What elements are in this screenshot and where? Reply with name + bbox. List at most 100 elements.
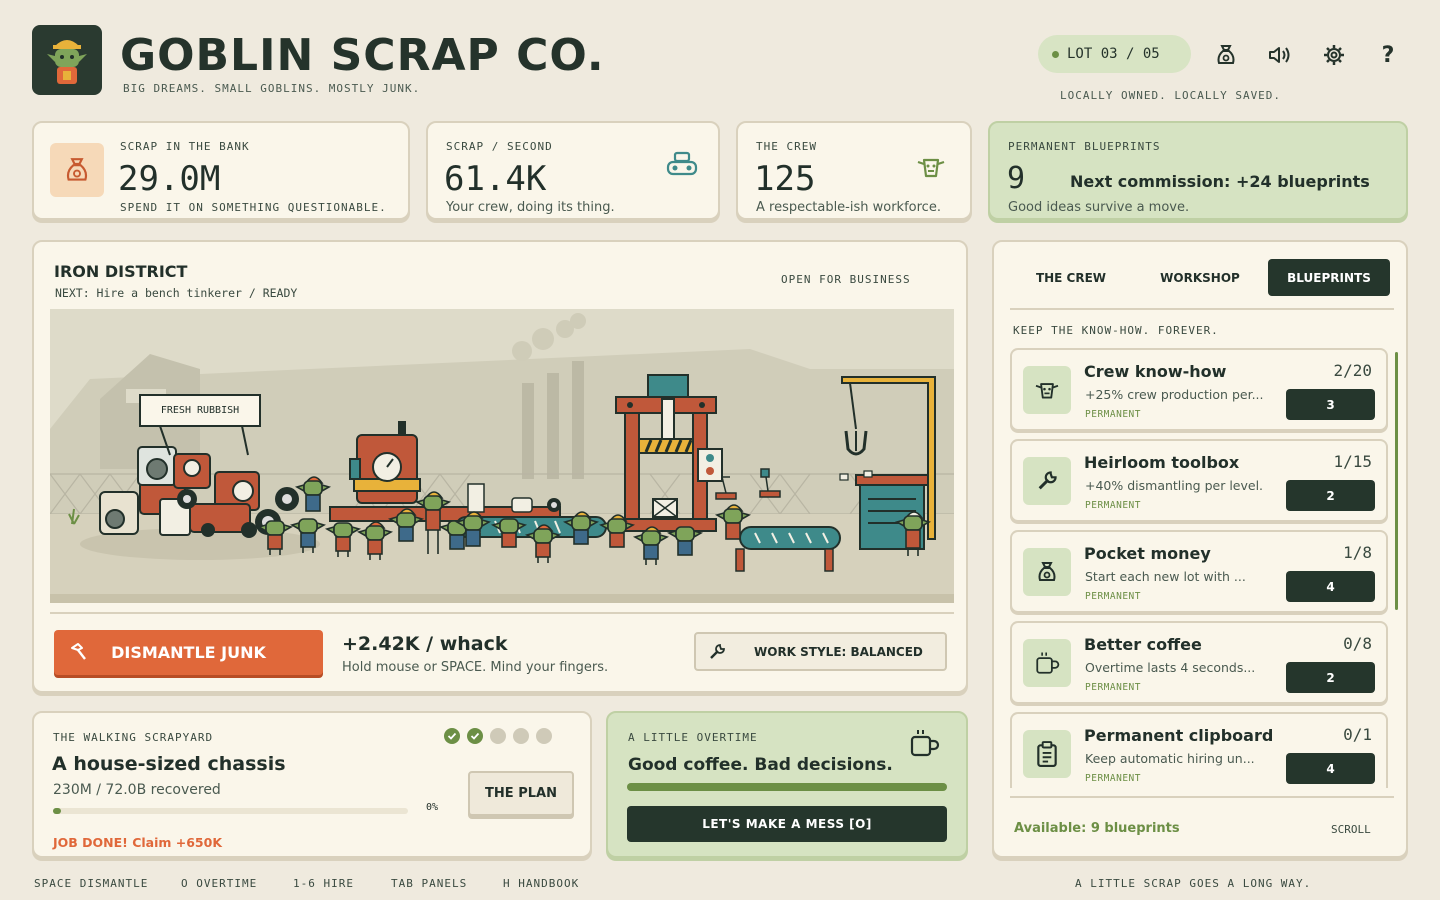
lot-dot-icon bbox=[1052, 50, 1059, 58]
next-commission: Next commission: +24 blueprints bbox=[1070, 172, 1370, 191]
claim-link[interactable]: JOB DONE! Claim +650K bbox=[53, 835, 222, 850]
step-pending-icon bbox=[536, 728, 552, 744]
blueprint-item: Better coffee Overtime lasts 4 seconds...… bbox=[1010, 621, 1388, 704]
blueprint-level: 2/20 bbox=[1333, 361, 1372, 380]
step-indicator bbox=[444, 728, 552, 744]
scrollbar[interactable] bbox=[1395, 352, 1398, 610]
clipboard-icon bbox=[1023, 730, 1071, 778]
buy-blueprint-button[interactable]: 2 bbox=[1286, 480, 1375, 511]
blueprint-description: +40% dismantling per level. bbox=[1085, 478, 1264, 493]
footer-tagline: A LITTLE SCRAP GOES A LONG WAY. bbox=[1075, 877, 1312, 890]
tab-blueprints[interactable]: BLUEPRINTS bbox=[1268, 259, 1390, 296]
blueprint-level: 0/1 bbox=[1343, 725, 1372, 744]
shortcut-hire: 1-6 HIRE bbox=[293, 877, 354, 890]
speaker-icon[interactable] bbox=[1265, 40, 1295, 70]
blueprint-name: Crew know-how bbox=[1084, 362, 1227, 381]
scrapyard-scene[interactable]: FRESH RUBBISH bbox=[50, 309, 954, 603]
blueprints-value: 9 bbox=[1007, 161, 1026, 196]
gear-icon[interactable] bbox=[1319, 40, 1349, 70]
tab-workshop[interactable]: WORKSHOP bbox=[1139, 259, 1261, 296]
tab-divider bbox=[1010, 308, 1394, 310]
junk-sign: FRESH RUBBISH bbox=[160, 405, 240, 416]
dismantle-button[interactable]: DISMANTLE JUNK bbox=[54, 630, 323, 675]
overtime-button[interactable]: LET'S MAKE A MESS [O] bbox=[627, 806, 947, 842]
blueprint-tag: PERMANENT bbox=[1085, 591, 1141, 602]
walking-progress-track bbox=[53, 808, 408, 814]
work-style-label: WORK STYLE: BALANCED bbox=[754, 644, 923, 659]
save-status: LOCALLY OWNED. LOCALLY SAVED. bbox=[1060, 89, 1282, 102]
overtime-bar-fill bbox=[627, 783, 947, 791]
shortcut-handbook: H HANDBOOK bbox=[503, 877, 580, 890]
overtime-label: A LITTLE OVERTIME bbox=[628, 731, 758, 744]
shortcut-panels: TAB PANELS bbox=[391, 877, 468, 890]
blueprint-tag: PERMANENT bbox=[1085, 500, 1141, 511]
rate-label: SCRAP / SECOND bbox=[446, 140, 553, 153]
company-logo bbox=[32, 25, 102, 95]
rate-note: Your crew, doing its thing. bbox=[446, 200, 615, 215]
whack-hint: Hold mouse or SPACE. Mind your fingers. bbox=[342, 660, 609, 675]
available-blueprints: Available: 9 blueprints bbox=[1014, 821, 1180, 836]
district-next: NEXT: Hire a bench tinkerer / READY bbox=[55, 286, 298, 300]
shortcut-dismantle: SPACE DISMANTLE bbox=[34, 877, 149, 890]
blueprint-description: +25% crew production per... bbox=[1085, 387, 1264, 402]
wrench-icon bbox=[1023, 457, 1071, 505]
blueprints-note: Good ideas survive a move. bbox=[1008, 200, 1190, 215]
machine-icon bbox=[666, 151, 698, 181]
money-bag-icon bbox=[50, 143, 104, 197]
plan-button[interactable]: THE PLAN bbox=[468, 771, 574, 816]
panel-tagline: KEEP THE KNOW-HOW. FOREVER. bbox=[1013, 324, 1219, 337]
work-style-button[interactable]: WORK STYLE: BALANCED bbox=[694, 632, 947, 671]
lot-label: LOT 03 / 05 bbox=[1067, 46, 1160, 62]
page-title: GOBLIN SCRAP CO. bbox=[120, 30, 605, 81]
walking-scrapyard-card: THE WALKING SCRAPYARD A house-sized chas… bbox=[32, 711, 592, 858]
blueprints-label: PERMANENT BLUEPRINTS bbox=[1008, 140, 1161, 153]
bank-note: SPEND IT ON SOMETHING QUESTIONABLE. bbox=[120, 201, 387, 214]
district-status: OPEN FOR BUSINESS bbox=[781, 273, 911, 286]
blueprint-name: Heirloom toolbox bbox=[1084, 453, 1240, 472]
blueprint-item: Permanent clipboard Keep automatic hiring… bbox=[1010, 712, 1388, 788]
walking-progress-text: 230M / 72.0B recovered bbox=[53, 782, 221, 798]
wrench-icon bbox=[708, 643, 726, 661]
blueprint-level: 1/8 bbox=[1343, 543, 1372, 562]
blueprint-tag: PERMANENT bbox=[1085, 409, 1141, 420]
blueprint-name: Pocket money bbox=[1084, 544, 1211, 563]
step-done-icon bbox=[444, 728, 460, 744]
brand-tagline: BIG DREAMS. SMALL GOBLINS. MOSTLY JUNK. bbox=[123, 82, 421, 95]
goblin-face-icon bbox=[916, 154, 946, 184]
goblin-face-icon bbox=[1023, 366, 1071, 414]
overtime-title: Good coffee. Bad decisions. bbox=[628, 755, 893, 775]
overtime-card: A LITTLE OVERTIME Good coffee. Bad decis… bbox=[606, 711, 968, 858]
blueprint-list: Crew know-how +25% crew production per...… bbox=[994, 348, 1410, 788]
dismantle-label: DISMANTLE JUNK bbox=[111, 643, 266, 662]
buy-blueprint-button[interactable]: 3 bbox=[1286, 389, 1375, 420]
scrap-bag-icon[interactable] bbox=[1211, 40, 1241, 70]
crew-value: 125 bbox=[754, 159, 816, 199]
crew-card: THE CREW 125 A respectable-ish workforce… bbox=[736, 121, 972, 220]
buy-blueprint-button[interactable]: 4 bbox=[1286, 753, 1375, 784]
buy-blueprint-button[interactable]: 2 bbox=[1286, 662, 1375, 693]
help-icon[interactable]: ? bbox=[1373, 40, 1403, 70]
blueprint-tag: PERMANENT bbox=[1085, 773, 1141, 784]
crew-note: A respectable-ish workforce. bbox=[756, 200, 941, 215]
step-done-icon bbox=[467, 728, 483, 744]
blueprint-item: Crew know-how +25% crew production per...… bbox=[1010, 348, 1388, 431]
blueprints-card: PERMANENT BLUEPRINTS 9 Next commission: … bbox=[988, 121, 1408, 220]
walking-progress-fill bbox=[53, 808, 61, 814]
buy-blueprint-button[interactable]: 4 bbox=[1286, 571, 1375, 602]
blueprint-description: Overtime lasts 4 seconds... bbox=[1085, 660, 1256, 675]
crew-label: THE CREW bbox=[756, 140, 817, 153]
step-pending-icon bbox=[513, 728, 529, 744]
whack-rate: +2.42K / whack bbox=[342, 633, 508, 655]
walking-label: THE WALKING SCRAPYARD bbox=[53, 731, 214, 744]
panel-footer-divider bbox=[1010, 796, 1394, 798]
blueprint-item: Heirloom toolbox +40% dismantling per lev… bbox=[1010, 439, 1388, 522]
tab-crew[interactable]: THE CREW bbox=[1010, 259, 1132, 296]
blueprint-name: Permanent clipboard bbox=[1084, 726, 1274, 745]
upgrades-panel: THE CREW WORKSHOP BLUEPRINTS KEEP THE KN… bbox=[992, 240, 1408, 858]
overtime-bar bbox=[627, 783, 947, 791]
blueprint-level: 1/15 bbox=[1333, 452, 1372, 471]
scroll-hint: SCROLL bbox=[1331, 823, 1371, 836]
coffee-icon bbox=[908, 727, 940, 763]
district-title: IRON DISTRICT bbox=[54, 262, 188, 281]
walking-progress-pct: 0% bbox=[426, 802, 439, 813]
